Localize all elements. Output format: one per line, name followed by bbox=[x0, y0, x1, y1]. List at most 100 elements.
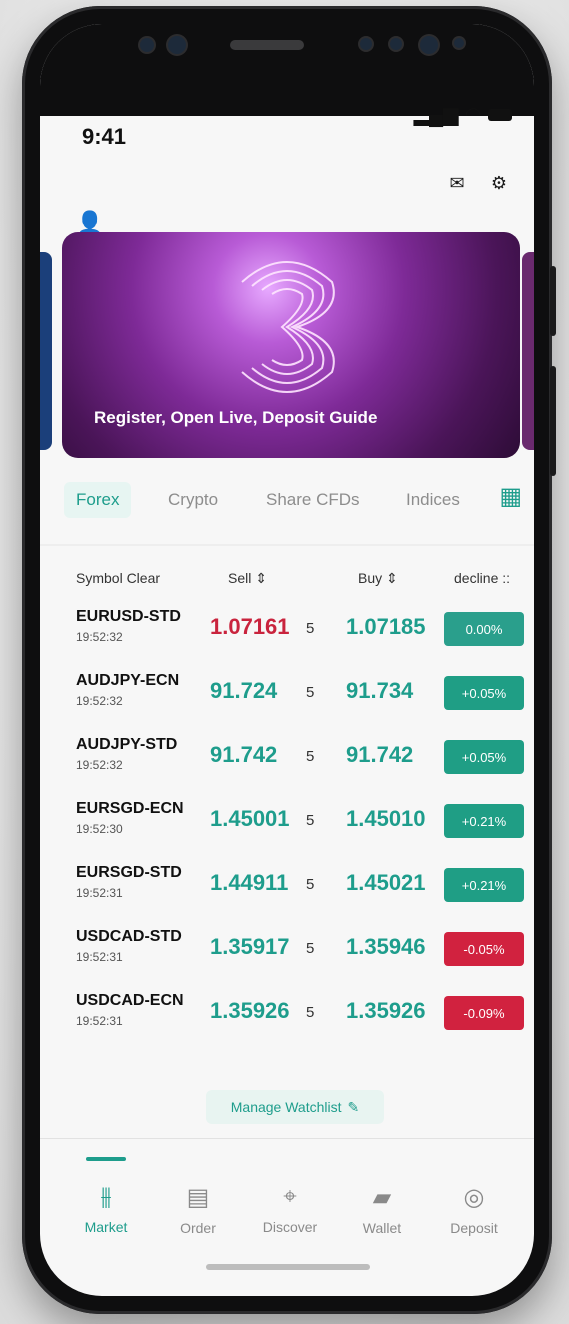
phone-frame: 9:41 ▂▄▆ ◠ ✉ ⚙ 👤 Register, Open Live, De… bbox=[22, 6, 556, 1314]
manage-watchlist-label: Manage Watchlist bbox=[230, 1099, 342, 1115]
sensor-icon bbox=[454, 38, 464, 48]
row-change: +0.05% bbox=[444, 676, 524, 710]
row-spread: 5 bbox=[306, 1004, 315, 1021]
quotes-header: Symbol Clear Sell ⇕ Buy ⇕ decline :: bbox=[40, 570, 534, 598]
camera-icon bbox=[168, 36, 186, 54]
row-change: -0.09% bbox=[444, 996, 524, 1030]
row-buy[interactable]: 1.45021 bbox=[346, 870, 426, 896]
row-buy[interactable]: 1.35946 bbox=[346, 934, 426, 960]
front-camera-icon bbox=[420, 36, 438, 54]
nav-label: Market bbox=[84, 1219, 128, 1235]
screen: 9:41 ▂▄▆ ◠ ✉ ⚙ 👤 Register, Open Live, De… bbox=[40, 24, 534, 1296]
row-buy[interactable]: 1.45010 bbox=[346, 806, 426, 832]
camera-icon bbox=[140, 38, 154, 52]
row-buy[interactable]: 1.07185 bbox=[346, 614, 426, 640]
tab-crypto[interactable]: Crypto bbox=[168, 490, 218, 510]
header-sell[interactable]: Sell ⇕ bbox=[228, 570, 267, 587]
table-row[interactable]: AUDJPY-STD 19:52:32 91.742 5 91.742 +0.0… bbox=[40, 736, 534, 800]
row-sell[interactable]: 1.07161 bbox=[210, 614, 290, 640]
promo-banner[interactable]: Register, Open Live, Deposit Guide bbox=[62, 232, 520, 458]
nav-market[interactable]: ⫵ Market bbox=[70, 1183, 142, 1237]
row-symbol: AUDJPY-ECN bbox=[76, 672, 180, 689]
row-time: 19:52:32 bbox=[76, 630, 123, 644]
tab-forex[interactable]: Forex bbox=[64, 482, 132, 518]
table-row[interactable]: EURUSD-STD 19:52:32 1.07161 5 1.07185 0.… bbox=[40, 608, 534, 672]
nav-discover[interactable]: ⌖ Discover bbox=[254, 1183, 326, 1237]
divider bbox=[40, 544, 534, 546]
top-actions: ✉ ⚙ bbox=[446, 172, 510, 194]
row-spread: 5 bbox=[306, 684, 315, 701]
tab-share-cfds[interactable]: Share CFDs bbox=[266, 490, 360, 510]
row-spread: 5 bbox=[306, 620, 315, 637]
row-buy[interactable]: 1.35926 bbox=[346, 998, 426, 1024]
candlestick-icon: ⫵ bbox=[100, 1183, 112, 1210]
gear-icon[interactable]: ⚙ bbox=[488, 172, 510, 194]
nav-order[interactable]: ▤ Order bbox=[162, 1183, 234, 1238]
row-time: 19:52:31 bbox=[76, 950, 123, 964]
nav-label: Order bbox=[180, 1220, 216, 1236]
telescope-icon: ⌖ bbox=[283, 1183, 297, 1210]
row-time: 19:52:32 bbox=[76, 694, 123, 708]
row-change: 0.00% bbox=[444, 612, 524, 646]
status-time: 9:41 bbox=[82, 124, 127, 149]
nav-label: Deposit bbox=[450, 1220, 498, 1236]
table-row[interactable]: AUDJPY-ECN 19:52:32 91.724 5 91.734 +0.0… bbox=[40, 672, 534, 736]
active-tab-indicator bbox=[86, 1157, 126, 1161]
volume-button bbox=[550, 366, 556, 476]
row-sell[interactable]: 91.724 bbox=[210, 678, 277, 704]
mail-icon[interactable]: ✉ bbox=[446, 172, 468, 194]
row-spread: 5 bbox=[306, 940, 315, 957]
row-time: 19:52:31 bbox=[76, 886, 123, 900]
grid-view-icon[interactable]: ▦ bbox=[499, 482, 522, 511]
banner-title: Register, Open Live, Deposit Guide bbox=[94, 408, 378, 427]
header-symbol[interactable]: Symbol Clear bbox=[76, 570, 160, 586]
row-symbol: EURUSD-STD bbox=[76, 608, 181, 625]
power-button bbox=[550, 266, 556, 336]
table-row[interactable]: USDCAD-STD 19:52:31 1.35917 5 1.35946 -0… bbox=[40, 928, 534, 992]
row-sell[interactable]: 91.742 bbox=[210, 742, 277, 768]
system-icons: ▂▄▆ ◠ bbox=[414, 102, 512, 127]
row-time: 19:52:32 bbox=[76, 758, 123, 772]
coin-deposit-icon: ◎ bbox=[463, 1184, 485, 1211]
row-change: +0.05% bbox=[444, 740, 524, 774]
row-symbol: USDCAD-STD bbox=[76, 928, 182, 945]
nav-wallet[interactable]: ▰ Wallet bbox=[346, 1183, 418, 1238]
table-row[interactable]: EURSGD-ECN 19:52:30 1.45001 5 1.45010 +0… bbox=[40, 800, 534, 864]
nav-deposit[interactable]: ◎ Deposit bbox=[438, 1183, 510, 1238]
nav-label: Discover bbox=[262, 1219, 318, 1235]
row-spread: 5 bbox=[306, 812, 315, 829]
row-spread: 5 bbox=[306, 748, 315, 765]
home-indicator[interactable] bbox=[206, 1264, 370, 1270]
row-sell[interactable]: 1.45001 bbox=[210, 806, 290, 832]
quotes-list: EURUSD-STD 19:52:32 1.07161 5 1.07185 0.… bbox=[40, 608, 534, 1056]
row-sell[interactable]: 1.44911 bbox=[210, 870, 288, 896]
market-tabs: Forex Crypto Share CFDs Indices ▦ bbox=[40, 482, 534, 530]
row-change: +0.21% bbox=[444, 804, 524, 838]
row-time: 19:52:31 bbox=[76, 1014, 123, 1028]
status-bar: 9:41 ▂▄▆ ◠ bbox=[40, 104, 534, 166]
nav-label: Wallet bbox=[362, 1220, 402, 1236]
battery-icon bbox=[488, 108, 512, 121]
row-buy[interactable]: 91.734 bbox=[346, 678, 413, 704]
carousel-next-card[interactable] bbox=[522, 252, 534, 450]
row-symbol: EURSGD-STD bbox=[76, 864, 182, 881]
row-sell[interactable]: 1.35926 bbox=[210, 998, 290, 1024]
tab-indices[interactable]: Indices bbox=[406, 490, 460, 510]
carousel-prev-card[interactable] bbox=[40, 252, 52, 450]
header-decline[interactable]: decline :: bbox=[454, 570, 510, 586]
row-symbol: AUDJPY-STD bbox=[76, 736, 178, 753]
table-row[interactable]: USDCAD-ECN 19:52:31 1.35926 5 1.35926 -0… bbox=[40, 992, 534, 1056]
table-row[interactable]: EURSGD-STD 19:52:31 1.44911 5 1.45021 +0… bbox=[40, 864, 534, 928]
sensor-icon bbox=[390, 38, 402, 50]
row-spread: 5 bbox=[306, 876, 315, 893]
manage-watchlist-button[interactable]: Manage Watchlist ✎ bbox=[206, 1090, 384, 1124]
row-buy[interactable]: 91.742 bbox=[346, 742, 413, 768]
row-time: 19:52:30 bbox=[76, 822, 123, 836]
row-change: -0.05% bbox=[444, 932, 524, 966]
bottom-navigation: ⫵ Market ▤ Order ⌖ Discover ▰ Wallet ◎ D… bbox=[40, 1138, 534, 1259]
header-buy[interactable]: Buy ⇕ bbox=[358, 570, 398, 587]
sensor-icon bbox=[360, 38, 372, 50]
pencil-icon: ✎ bbox=[347, 1098, 360, 1115]
row-sell[interactable]: 1.35917 bbox=[210, 934, 290, 960]
row-symbol: USDCAD-ECN bbox=[76, 992, 184, 1009]
